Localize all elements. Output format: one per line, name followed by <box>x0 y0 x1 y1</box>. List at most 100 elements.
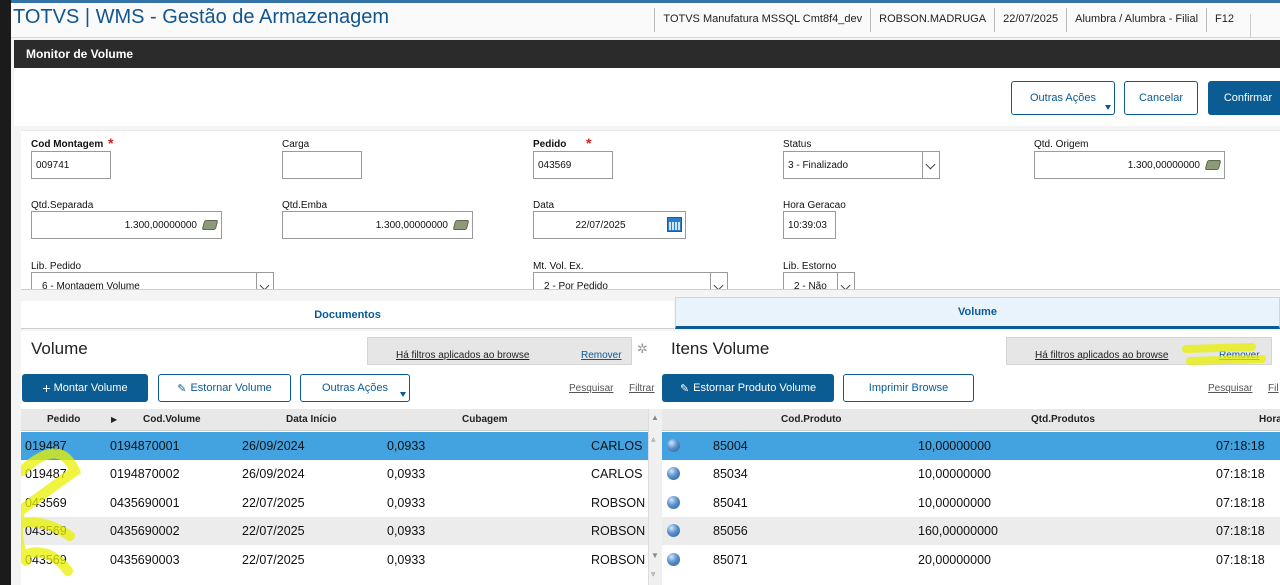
hora-geracao-field[interactable]: 10:39:03 <box>783 211 836 239</box>
qtd-origem-field[interactable]: 1.300,00000000 <box>1034 151 1225 179</box>
lib-pedido-value: 6 - Montagem Volume <box>42 281 140 290</box>
user-label[interactable]: ROBSON.MADRUGA <box>870 8 994 32</box>
tab-documentos[interactable]: Documentos <box>21 301 674 329</box>
chevron-down-icon[interactable] <box>710 273 727 289</box>
date-label[interactable]: 22/07/2025 <box>994 8 1066 32</box>
chevron-down-icon[interactable] <box>837 273 854 289</box>
col-cod-volume[interactable]: Cod.Volume <box>143 414 201 425</box>
scroll-bottom-icon[interactable]: ⩔ <box>651 569 656 579</box>
qtd-emba-field[interactable]: 1.300,00000000 <box>282 211 473 239</box>
table-row[interactable]: 85034 10,00000000 07:18:18 <box>662 460 1280 488</box>
gear-icon[interactable]: ✲ <box>637 341 648 357</box>
cod-montagem-field[interactable]: 009741 <box>31 151 111 179</box>
cell-usuario: ROBSON <box>591 496 646 510</box>
data-field[interactable]: 22/07/2025 <box>533 211 686 239</box>
pencil-icon: ✎ <box>177 382 187 395</box>
cell-usuario: CARLOS <box>591 439 643 453</box>
table-row[interactable]: 85056 160,00000000 07:18:18 <box>662 517 1280 545</box>
table-row[interactable]: 043569 0435690002 22/07/2025 0,0933 ROBS… <box>21 517 648 545</box>
imprimir-browse-button[interactable]: Imprimir Browse <box>843 374 974 402</box>
table-row[interactable]: 043569 0435690003 22/07/2025 0,0933 ROBS… <box>21 546 648 574</box>
lib-estorno-value: 2 - Não <box>794 281 827 290</box>
volume-form: Cod Montagem * 009741 Carga Pedido * 04356… <box>21 130 1280 290</box>
filtrar-link[interactable]: Filtrar <box>629 383 655 394</box>
filter-notice: Há filtros aplicados ao browse Remover <box>1006 337 1272 365</box>
table-row[interactable]: 043569 0435690001 22/07/2025 0,0933 ROBS… <box>21 489 648 517</box>
table-row[interactable]: 85071 20,00000000 07:18:18 <box>662 546 1280 574</box>
cell-cod-produto: 85041 <box>713 496 748 510</box>
col-pedido[interactable]: Pedido <box>47 414 80 425</box>
remove-filter-link[interactable]: Remover <box>1219 350 1260 361</box>
calendar-icon[interactable] <box>667 217 682 232</box>
scroll-up-icon[interactable]: ▲ <box>651 413 659 422</box>
vertical-scrollbar[interactable]: ▲ ⩓ ▼ ⩔ <box>648 409 662 585</box>
montar-volume-label: Montar Volume <box>53 382 128 394</box>
cell-cod-volume: 0435690002 <box>110 524 180 538</box>
remove-filter-link[interactable]: Remover <box>581 350 622 361</box>
filtrar-link[interactable]: Fil <box>1268 383 1279 394</box>
col-cod-produto[interactable]: Cod.Produto <box>781 414 842 425</box>
mt-vol-ex-select[interactable]: 2 - Por Pedido <box>533 272 728 289</box>
cell-cubagem: 0,0933 <box>387 439 426 453</box>
mt-vol-ex-label: Mt. Vol. Ex. <box>533 261 584 272</box>
cell-pedido: 019487 <box>25 467 67 481</box>
status-ball-icon <box>667 524 680 537</box>
required-marker-icon: * <box>586 135 592 151</box>
cell-pedido: 019487 <box>25 439 67 453</box>
scroll-top-icon[interactable]: ⩓ <box>651 435 656 445</box>
estornar-volume-button[interactable]: ✎ Estornar Volume <box>158 374 291 402</box>
carga-field[interactable] <box>282 151 362 179</box>
col-qtd-produtos[interactable]: Qtd.Produtos <box>1031 414 1095 425</box>
chevron-down-icon[interactable] <box>256 273 273 289</box>
filter-notice-text[interactable]: Há filtros aplicados ao browse <box>1035 350 1168 361</box>
header-menu-area[interactable] <box>1250 14 1280 38</box>
pesquisar-link[interactable]: Pesquisar <box>1208 383 1252 394</box>
montar-volume-button[interactable]: + Montar Volume <box>22 374 148 402</box>
plus-icon: + <box>42 380 51 396</box>
environment-label[interactable]: TOTVS Manufatura MSSQL Cmt8f4_dev <box>654 8 870 32</box>
col-cubagem[interactable]: Cubagem <box>462 414 508 425</box>
help-key-label[interactable]: F12 <box>1206 8 1242 32</box>
cell-data-inicio: 22/07/2025 <box>242 496 305 510</box>
table-row[interactable]: 019487 0194870002 26/09/2024 0,0933 CARL… <box>21 460 648 488</box>
cell-cubagem: 0,0933 <box>387 553 426 567</box>
table-row[interactable]: 85041 10,00000000 07:18:18 <box>662 489 1280 517</box>
col-data-inicio[interactable]: Data Início <box>286 414 337 425</box>
status-label: Status <box>783 139 812 150</box>
chevron-down-icon[interactable] <box>922 152 939 178</box>
cell-qtd: 10,00000000 <box>918 467 991 481</box>
outras-acoes-grid-label: Outras Ações <box>321 382 389 394</box>
outras-acoes-grid-button[interactable]: Outras Ações <box>300 374 410 402</box>
scroll-down-icon[interactable]: ▼ <box>651 551 659 560</box>
cell-data-inicio: 22/07/2025 <box>242 524 305 538</box>
cell-hora: 07:18:18 <box>1216 496 1265 510</box>
dropdown-caret-icon <box>1105 105 1111 110</box>
estornar-produto-volume-button[interactable]: ✎ Estornar Produto Volume <box>662 374 834 402</box>
tab-volume[interactable]: Volume <box>675 297 1280 329</box>
confirmar-button[interactable]: Confirmar <box>1208 81 1280 115</box>
column-arrow-icon: ▶ <box>111 415 118 424</box>
table-row[interactable]: 85004 10,00000000 07:18:18 <box>662 432 1280 460</box>
dialog-action-bar: Outras Ações Cancelar Confirmar <box>14 68 1280 126</box>
lib-pedido-select[interactable]: 6 - Montagem Volume <box>31 272 274 290</box>
cell-cod-produto: 85034 <box>713 467 748 481</box>
col-hora[interactable]: Hora <box>1259 414 1280 425</box>
lib-estorno-select[interactable]: 2 - Não <box>783 272 855 290</box>
branch-label[interactable]: Alumbra / Alumbra - Filial <box>1066 8 1206 32</box>
cell-usuario: ROBSON <box>591 524 646 538</box>
qtd-separada-field[interactable]: 1.300,00000000 <box>31 211 222 239</box>
outras-acoes-button[interactable]: Outras Ações <box>1011 81 1115 115</box>
cell-cod-produto: 85071 <box>713 553 748 567</box>
pesquisar-link[interactable]: Pesquisar <box>569 383 613 394</box>
cell-usuario: ROBSON <box>591 553 646 567</box>
cancelar-button[interactable]: Cancelar <box>1124 81 1198 115</box>
cell-cubagem: 0,0933 <box>387 524 426 538</box>
table-row[interactable]: 019487 0194870001 26/09/2024 0,0933 CARL… <box>21 432 648 460</box>
qtd-separada-value: 1.300,00000000 <box>124 220 197 231</box>
pedido-field[interactable]: 043569 <box>533 151 613 179</box>
status-ball-icon <box>667 439 680 452</box>
status-ball-icon <box>667 553 680 566</box>
filter-notice-text[interactable]: Há filtros aplicados ao browse <box>396 350 529 361</box>
status-select[interactable]: 3 - Finalizado <box>783 151 940 179</box>
cell-data-inicio: 26/09/2024 <box>242 439 305 453</box>
